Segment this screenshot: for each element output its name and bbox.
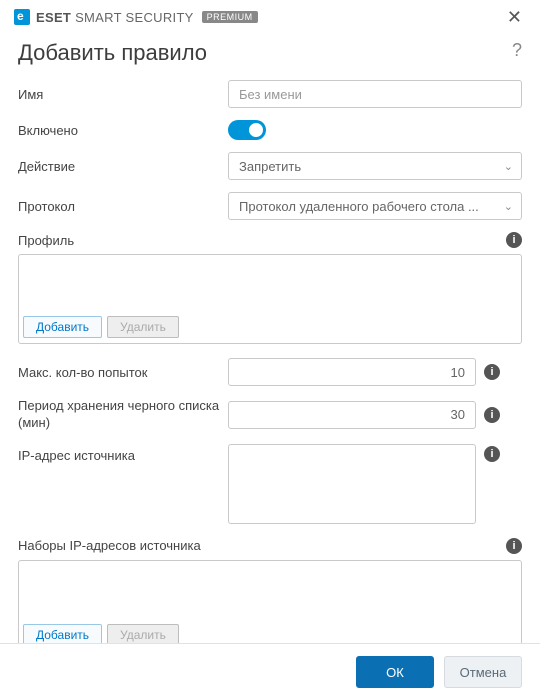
profile-listbox[interactable]: Добавить Удалить [18,254,522,344]
cancel-button[interactable]: Отмена [444,656,522,688]
ok-button[interactable]: ОК [356,656,434,688]
brand-badge: PREMIUM [202,11,258,23]
action-select-value: Запретить [239,159,301,174]
info-icon[interactable]: i [484,364,500,380]
profile-add-button[interactable]: Добавить [23,316,102,338]
name-label: Имя [18,87,228,102]
brand-text: ESET SMART SECURITY [36,10,194,25]
dialog-footer: ОК Отмена [0,643,540,700]
chevron-down-icon: ⌄ [504,160,513,173]
enabled-label: Включено [18,123,228,138]
profile-delete-button: Удалить [107,316,179,338]
info-icon[interactable]: i [506,538,522,554]
info-icon[interactable]: i [506,232,522,248]
protocol-select[interactable]: Протокол удаленного рабочего стола ... ⌄ [228,192,522,220]
profile-label: Профиль [18,233,74,248]
brand: ESET SMART SECURITY PREMIUM [14,9,258,25]
close-button[interactable]: ✕ [503,8,526,26]
protocol-label: Протокол [18,199,228,214]
chevron-down-icon: ⌄ [504,200,513,213]
source-ip-sets-label: Наборы IP-адресов источника [18,538,201,553]
action-label: Действие [18,159,228,174]
titlebar: ESET SMART SECURITY PREMIUM ✕ [0,0,540,30]
max-attempts-input[interactable] [228,358,476,386]
help-button[interactable]: ? [512,40,522,61]
protocol-select-value: Протокол удаленного рабочего стола ... [239,199,479,214]
source-ip-label: IP-адрес источника [18,444,228,463]
info-icon[interactable]: i [484,407,500,423]
action-select[interactable]: Запретить ⌄ [228,152,522,180]
enabled-toggle[interactable] [228,120,266,140]
brand-logo-icon [14,9,30,25]
source-ip-input[interactable] [228,444,476,524]
source-ip-sets-listbox[interactable]: Добавить Удалить [18,560,522,652]
dialog-header: Добавить правило ? [0,30,540,80]
info-icon[interactable]: i [484,446,500,462]
name-input[interactable] [228,80,522,108]
blacklist-period-input[interactable] [228,401,476,429]
dialog-title: Добавить правило [18,40,207,66]
max-attempts-label: Макс. кол-во попыток [18,365,228,380]
blacklist-period-label: Период хранения черного списка (мин) [18,398,228,432]
